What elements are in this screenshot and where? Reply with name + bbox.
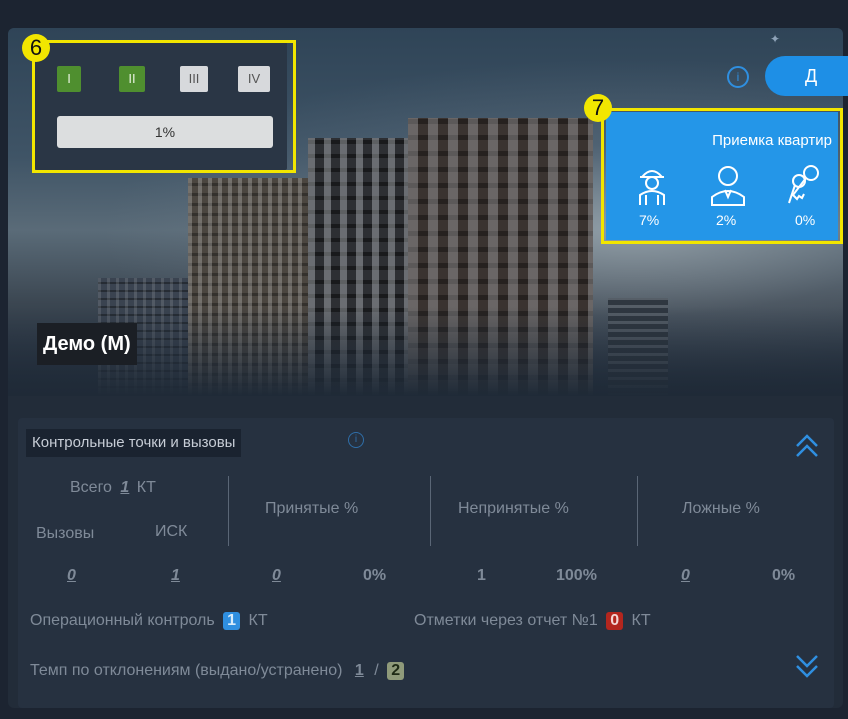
- tempo-label: Темп по отклонениям (выдано/устранено): [30, 662, 343, 679]
- marker-7: 7: [584, 94, 612, 122]
- total-value[interactable]: 1: [120, 479, 129, 496]
- tempo-issued[interactable]: 1: [355, 662, 364, 679]
- highlight-box-stage: [32, 40, 296, 173]
- divider-2: [430, 476, 431, 546]
- false-pct: 0%: [772, 567, 796, 584]
- isk-label: ИСК: [155, 523, 188, 540]
- unaccepted-pct: 100%: [556, 567, 597, 584]
- accepted-label: Принятые %: [265, 500, 359, 517]
- false-count[interactable]: 0: [681, 567, 690, 585]
- section-title: Контрольные точки и вызовы: [26, 429, 242, 457]
- accepted-pct: 0%: [363, 567, 387, 584]
- report-label: Отметки через отчет №1: [414, 612, 598, 629]
- divider-3: [637, 476, 638, 546]
- report-value[interactable]: 0: [606, 612, 624, 630]
- accepted-count[interactable]: 0: [272, 567, 281, 585]
- project-title: Демо (М): [37, 323, 137, 365]
- op-control-row: Операционный контроль 1 КТ: [30, 612, 268, 630]
- expand-chevron-icon[interactable]: [792, 652, 822, 682]
- unaccepted-count: 1: [477, 567, 486, 584]
- collapse-chevron-icon[interactable]: [792, 430, 822, 460]
- divider-1: [228, 476, 229, 546]
- tempo-fixed[interactable]: 2: [387, 662, 405, 680]
- op-control-label: Операционный контроль: [30, 612, 215, 629]
- calls-value[interactable]: 0: [67, 567, 76, 585]
- op-control-value[interactable]: 1: [223, 612, 241, 630]
- section-info-icon[interactable]: i: [348, 432, 364, 448]
- marker-6: 6: [22, 34, 50, 62]
- unaccepted-label: Непринятые %: [458, 500, 569, 517]
- d-button[interactable]: Д: [765, 56, 848, 96]
- total-label: Всего 1 КТ: [70, 479, 156, 496]
- report-row: Отметки через отчет №1 0 КТ: [414, 612, 651, 630]
- highlight-box-acceptance: [601, 108, 843, 244]
- info-icon[interactable]: i: [727, 66, 749, 88]
- sparkle-icon: ✦: [770, 32, 781, 46]
- isk-value[interactable]: 1: [171, 567, 180, 585]
- calls-label: Вызовы: [36, 525, 95, 542]
- false-label: Ложные %: [682, 500, 760, 517]
- tempo-row: Темп по отклонениям (выдано/устранено) 1…: [30, 662, 405, 680]
